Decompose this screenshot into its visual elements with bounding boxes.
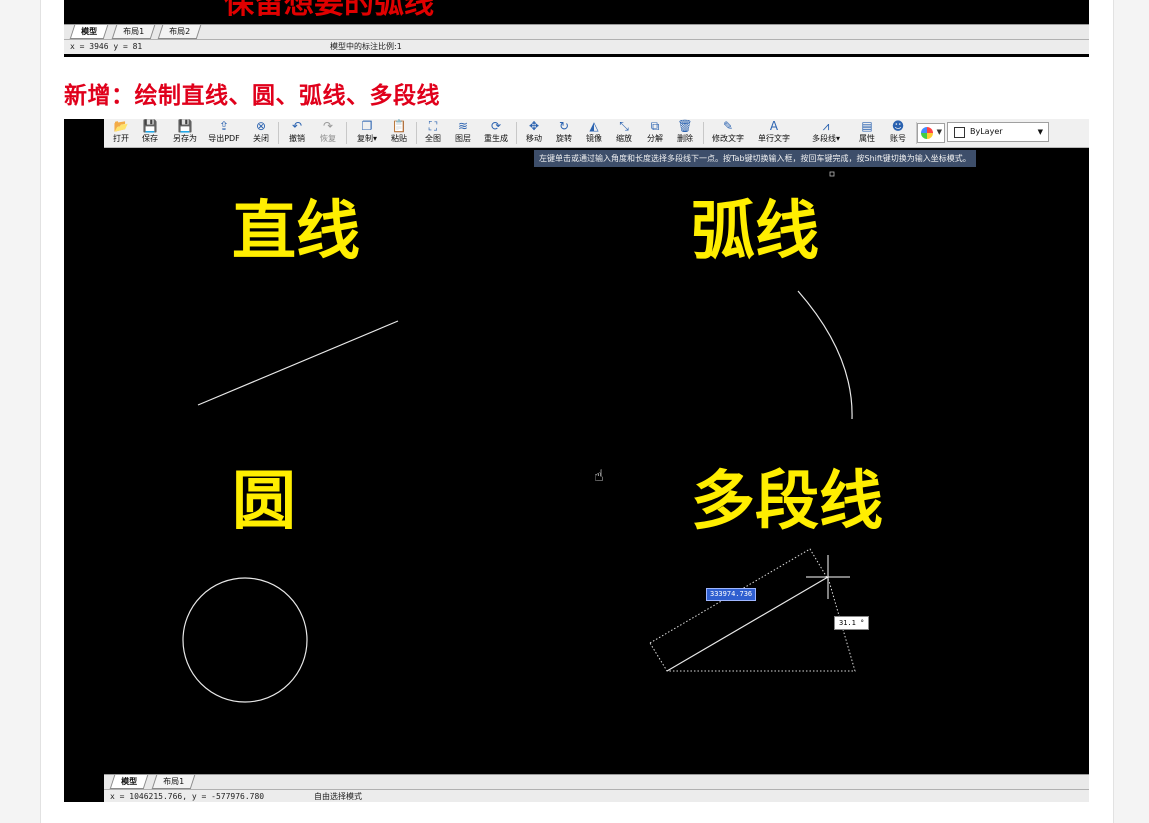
- scale-readout: 模型中的标注比例:1: [330, 42, 402, 51]
- tab-layout1[interactable]: 布局1: [151, 775, 196, 789]
- selection-mode: 自由选择模式: [314, 792, 362, 801]
- layout-tabbar: 模型 布局1 布局2: [64, 24, 1089, 39]
- layout-tabbar: 模型 布局1: [104, 774, 1089, 789]
- tab-layout1[interactable]: 布局1: [111, 25, 156, 39]
- status-bar: x = 3946 y = 81 模型中的标注比例:1: [64, 39, 1089, 54]
- drawing-canvas[interactable]: [64, 119, 1089, 802]
- drawn-circle: [182, 577, 308, 703]
- length-input[interactable]: 333974.736: [706, 588, 757, 601]
- previous-screenshot: 保留想要的弧线 模型 布局1 布局2 x = 3946 y = 81 模型中的标…: [64, 0, 1089, 57]
- tab-model[interactable]: 模型: [69, 25, 109, 39]
- tab-model[interactable]: 模型: [109, 775, 149, 789]
- angle-input[interactable]: 31.1 °: [834, 616, 870, 630]
- status-bar: x = 1046215.766, y = -577976.780 自由选择模式: [104, 789, 1089, 802]
- coords-readout: x = 3946 y = 81: [70, 42, 143, 51]
- snap-marker: [829, 171, 835, 177]
- section-heading: 新增：绘制直线、圆、弧线、多段线: [64, 83, 440, 109]
- tab-layout2[interactable]: 布局2: [157, 25, 202, 39]
- cad-screenshot: 📂 打开 💾 保存 💾 另存为 ⇪ 导出PDF ⊗ 关闭 ↶ 撤销 ↷ 恢复 ❐ 复制▾ 📋 粘贴…: [64, 119, 1089, 802]
- previous-banner-text: 保留想要的弧线: [224, 0, 434, 21]
- drawn-arc: [797, 290, 853, 420]
- hand-cursor-icon: ☝: [594, 466, 604, 485]
- coords-readout: x = 1046215.766, y = -577976.780: [110, 792, 265, 801]
- drawn-line: [197, 320, 399, 406]
- polyline-preview: [649, 548, 856, 672]
